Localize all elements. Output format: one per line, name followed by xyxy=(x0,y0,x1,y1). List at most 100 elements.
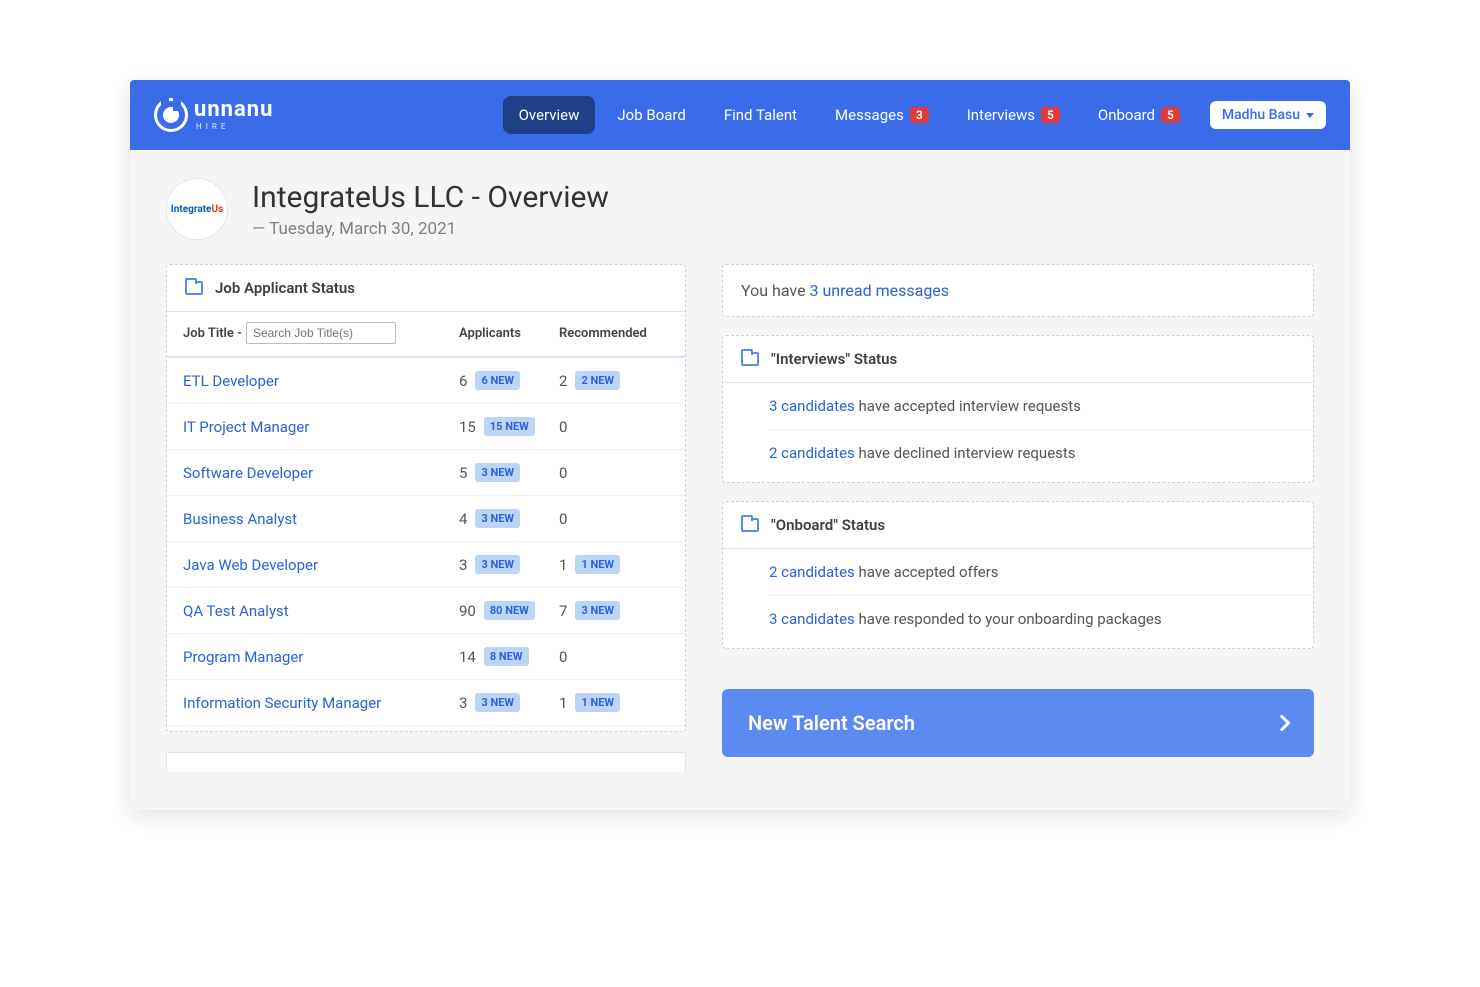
onboard-status-panel: "Onboard" Status 2 candidates have accep… xyxy=(722,501,1314,649)
folder-icon xyxy=(185,281,203,295)
applicants-new-badge: 3 NEW xyxy=(475,463,520,482)
candidates-link[interactable]: 2 candidates xyxy=(769,444,855,462)
folder-icon xyxy=(741,518,759,532)
brand-logo[interactable]: unnanu HIRE xyxy=(154,98,273,132)
nav-label: Messages xyxy=(835,106,904,124)
recommended-count: 1 xyxy=(559,694,567,712)
applicants-cell: 53 NEW xyxy=(459,463,559,482)
job-title-link[interactable]: ETL Developer xyxy=(183,372,459,390)
col-header-applicants: Applicants xyxy=(459,326,559,341)
chevron-right-icon xyxy=(1274,715,1291,732)
table-row: ETL Developer66 NEW22 NEW xyxy=(167,358,685,404)
job-panel-title: Job Applicant Status xyxy=(215,279,355,297)
status-text: have declined interview requests xyxy=(855,444,1076,462)
unread-messages-link[interactable]: 3 unread messages xyxy=(810,281,950,300)
folder-icon xyxy=(741,352,759,366)
table-row: Program Manager148 NEW0 xyxy=(167,634,685,680)
job-table-header: Job Title - Applicants Recommended xyxy=(167,312,685,358)
recommended-cell: 0 xyxy=(559,464,669,482)
nav-job-board[interactable]: Job Board xyxy=(601,96,701,134)
nav-label: Overview xyxy=(519,106,580,124)
job-title-link[interactable]: Information Security Manager xyxy=(183,694,459,712)
page-date: — Tuesday, March 30, 2021 xyxy=(252,219,609,239)
table-row: IT Project Manager1515 NEW0 xyxy=(167,404,685,450)
table-row: Business Analyst43 NEW0 xyxy=(167,496,685,542)
candidates-link[interactable]: 2 candidates xyxy=(769,563,855,581)
recommended-cell: 0 xyxy=(559,510,669,528)
recommended-count: 0 xyxy=(559,510,567,528)
status-item: 3 candidates have responded to your onbo… xyxy=(769,596,1313,642)
new-talent-search-button[interactable]: New Talent Search xyxy=(722,689,1314,757)
nav-label: Job Board xyxy=(617,106,685,124)
job-title-link[interactable]: Java Web Developer xyxy=(183,556,459,574)
table-row: Information Security Manager33 NEW11 NEW xyxy=(167,680,685,726)
applicants-count: 90 xyxy=(459,602,476,620)
recommended-cell: 0 xyxy=(559,418,669,436)
nav-onboard[interactable]: Onboard 5 xyxy=(1082,96,1196,134)
nav-label: Interviews xyxy=(967,106,1035,124)
brand-subtitle: HIRE xyxy=(196,123,273,131)
job-title-link[interactable]: QA Test Analyst xyxy=(183,602,459,620)
applicants-cell: 3 3 NEW xyxy=(459,555,559,574)
nav-label: Find Talent xyxy=(724,106,797,124)
nav-find-talent[interactable]: Find Talent xyxy=(708,96,813,134)
nav-badge-messages: 3 xyxy=(910,107,929,123)
nav-overview[interactable]: Overview xyxy=(503,96,596,134)
navbar: unnanu HIRE Overview Job Board Find Tale… xyxy=(130,80,1350,150)
nav-interviews[interactable]: Interviews 5 xyxy=(951,96,1076,134)
applicants-new-badge: 80 NEW xyxy=(484,601,535,620)
recommended-count: 0 xyxy=(559,464,567,482)
chevron-down-icon xyxy=(1306,113,1314,118)
recommended-count: 1 xyxy=(559,556,567,574)
applicants-cell: 66 NEW xyxy=(459,371,559,390)
job-title-link[interactable]: Program Manager xyxy=(183,648,459,666)
table-row: QA Test Analyst90 80 NEW 7 3 NEW xyxy=(167,588,685,634)
table-row: Software Developer53 NEW0 xyxy=(167,450,685,496)
applicants-cell: 43 NEW xyxy=(459,509,559,528)
job-title-search-input[interactable] xyxy=(246,322,396,344)
recommended-new-badge: 2 NEW xyxy=(575,371,620,390)
job-applicant-status-panel: Job Applicant Status Job Title - Applica… xyxy=(166,264,686,732)
applicants-count: 4 xyxy=(459,510,467,528)
nav-messages[interactable]: Messages 3 xyxy=(819,96,945,134)
job-title-link[interactable]: IT Project Manager xyxy=(183,418,459,436)
applicants-count: 6 xyxy=(459,372,467,390)
recommended-cell: 7 3 NEW xyxy=(559,601,669,620)
onboard-panel-title: "Onboard" Status xyxy=(771,516,885,534)
applicants-new-badge: 15 NEW xyxy=(484,417,535,436)
applicants-count: 3 xyxy=(459,694,467,712)
user-menu-button[interactable]: Madhu Basu xyxy=(1210,101,1326,129)
applicants-cell: 1515 NEW xyxy=(459,417,559,436)
recommended-cell: 0 xyxy=(559,648,669,666)
recommended-cell: 22 NEW xyxy=(559,371,669,390)
applicants-cell: 3 3 NEW xyxy=(459,693,559,712)
recommended-count: 7 xyxy=(559,602,567,620)
candidates-link[interactable]: 3 candidates xyxy=(769,610,855,628)
status-item: 2 candidates have accepted offers xyxy=(769,549,1313,596)
applicants-count: 3 xyxy=(459,556,467,574)
job-title-label: Job Title - xyxy=(183,326,242,341)
user-name: Madhu Basu xyxy=(1222,107,1300,123)
job-title-link[interactable]: Software Developer xyxy=(183,464,459,482)
nav-label: Onboard xyxy=(1098,106,1155,124)
recommended-new-badge: 3 NEW xyxy=(575,601,620,620)
nav-badge-interviews: 5 xyxy=(1041,107,1060,123)
applicants-cell: 148 NEW xyxy=(459,647,559,666)
job-title-link[interactable]: Business Analyst xyxy=(183,510,459,528)
applicants-new-badge: 3 NEW xyxy=(475,693,520,712)
brand-logo-icon xyxy=(154,98,188,132)
status-text: have accepted interview requests xyxy=(855,397,1081,415)
table-row: Java Web Developer33 NEW11 NEW xyxy=(167,542,685,588)
company-logo: IntegrateUs xyxy=(166,178,228,240)
interviews-status-panel: "Interviews" Status 3 candidates have ac… xyxy=(722,335,1314,483)
candidates-link[interactable]: 3 candidates xyxy=(769,397,855,415)
status-item: 3 candidates have accepted interview req… xyxy=(769,383,1313,430)
applicants-cell: 90 80 NEW xyxy=(459,601,559,620)
applicants-count: 14 xyxy=(459,648,476,666)
status-text: have accepted offers xyxy=(855,563,999,581)
cta-label: New Talent Search xyxy=(748,711,915,735)
unread-messages-panel: You have 3 unread messages xyxy=(722,264,1314,317)
brand-name: unnanu xyxy=(194,99,273,121)
job-rows[interactable]: ETL Developer66 NEW22 NEWIT Project Mana… xyxy=(167,358,685,731)
applicants-new-badge: 3 NEW xyxy=(475,555,520,574)
